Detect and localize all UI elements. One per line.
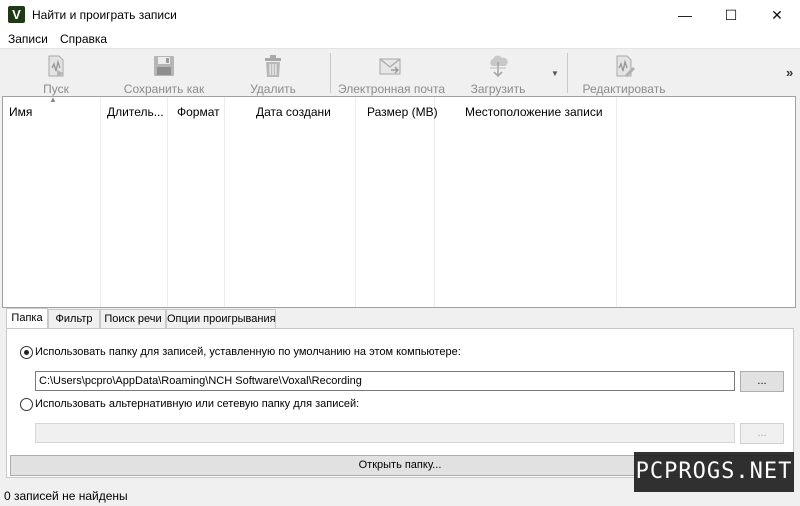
column-label: Размер (MB) — [367, 105, 438, 119]
browse-default-folder-button[interactable]: ... — [740, 371, 784, 392]
column-label: Имя — [9, 105, 33, 119]
alt-folder-radio[interactable] — [20, 398, 33, 411]
upload-label: Загрузить — [470, 82, 526, 96]
play-icon — [48, 55, 64, 77]
column-header-size[interactable]: Размер (MB) — [356, 97, 438, 307]
browse-alt-folder-button[interactable]: ... — [740, 423, 784, 444]
column-header-location[interactable]: Местоположение записи — [435, 97, 617, 307]
delete-label: Удалить — [250, 82, 296, 96]
envelope-icon — [379, 58, 401, 75]
sort-arrow-icon: ▲ — [49, 95, 57, 104]
play-label: Пуск — [43, 82, 69, 96]
save-as-label: Сохранить как — [123, 82, 205, 96]
tab-playback-options[interactable]: Опции проигрывания — [166, 309, 276, 329]
default-folder-label: Использовать папку для записей, уставлен… — [35, 346, 461, 358]
minimize-button[interactable]: — — [662, 0, 708, 30]
toolbar-separator — [330, 53, 331, 93]
toolbar-separator — [567, 53, 568, 93]
column-header-name[interactable]: ▲ Имя — [3, 95, 101, 307]
recordings-list[interactable]: ▲ Имя Длитель... Формат Дата создани Раз… — [2, 95, 796, 308]
toolbar: Пуск Сохранить как Удалить Электронная п… — [0, 48, 800, 96]
column-label: Формат — [177, 105, 220, 119]
title-bar: V Найти и проиграть записи — ☐ ✕ — [0, 0, 800, 30]
upload-button[interactable]: Загрузить — [462, 49, 534, 97]
column-header-date-created[interactable]: Дата создани — [225, 97, 356, 307]
tab-speech-search[interactable]: Поиск речи — [100, 309, 166, 329]
watermark-logo: PCPROGS.NET — [634, 452, 794, 492]
floppy-disk-icon — [154, 56, 174, 76]
window-title: Найти и проиграть записи — [32, 8, 177, 22]
upload-dropdown-icon[interactable]: ▼ — [551, 69, 559, 78]
menu-recordings[interactable]: Записи — [8, 32, 48, 46]
default-folder-radio[interactable] — [20, 346, 33, 359]
default-folder-path-input[interactable] — [35, 371, 735, 391]
edit-label: Редактировать — [582, 82, 666, 96]
close-button[interactable]: ✕ — [754, 0, 800, 30]
column-label: Длитель... — [107, 105, 164, 119]
edit-button[interactable]: Редактировать — [578, 49, 670, 97]
toolbar-overflow-button[interactable]: » — [786, 65, 793, 80]
status-text: 0 записей не найдены — [4, 489, 128, 503]
column-label: Дата создани — [256, 105, 331, 119]
cloud-upload-icon — [490, 55, 508, 78]
tab-filter[interactable]: Фильтр — [48, 309, 100, 329]
app-icon: V — [8, 6, 25, 23]
column-header-duration[interactable]: Длитель... — [101, 97, 168, 307]
alt-folder-path-input[interactable] — [35, 423, 735, 443]
edit-waveform-icon — [616, 55, 635, 77]
delete-button[interactable]: Удалить — [236, 49, 310, 97]
alt-folder-label: Использовать альтернативную или сетевую … — [35, 398, 360, 410]
column-header-format[interactable]: Формат — [168, 97, 225, 307]
maximize-button[interactable]: ☐ — [708, 0, 754, 30]
menu-bar: Записи Справка — [0, 30, 800, 48]
tab-folder[interactable]: Папка — [6, 308, 48, 330]
column-label: Местоположение записи — [465, 105, 603, 119]
email-button[interactable]: Электронная почта — [338, 49, 446, 97]
play-button[interactable]: Пуск — [18, 49, 94, 97]
trash-icon — [265, 55, 281, 77]
save-as-button[interactable]: Сохранить как — [118, 49, 210, 97]
menu-help[interactable]: Справка — [60, 32, 107, 46]
email-label: Электронная почта — [338, 82, 446, 96]
